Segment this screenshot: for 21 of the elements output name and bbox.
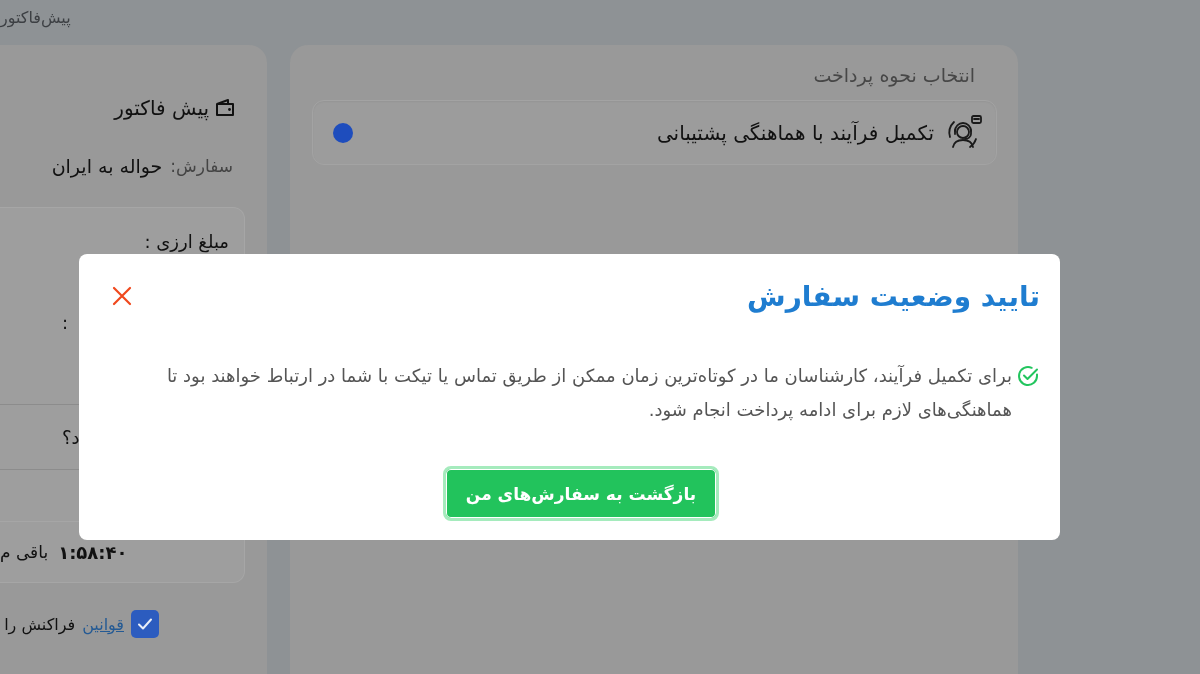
wallet-icon xyxy=(215,99,235,117)
row-label: مبلغ ارزی : xyxy=(144,230,229,252)
check-circle-icon xyxy=(1016,364,1040,388)
row-text: : xyxy=(62,312,69,333)
dialog-message: برای تکمیل فرآیند، کارشناسان ما در کوتاه‌ترین زمان ممکن از طریق تماس یا تیکت با شما در ارتباط خواهند بود تا هماهنگی‌های لازم برای ادامه پرداخت انجام شود. xyxy=(165,364,1012,423)
dialog-title: تایید وضعیت سفارش xyxy=(747,279,1040,313)
order-label: سفارش: xyxy=(170,156,233,176)
checkbox[interactable] xyxy=(131,610,159,638)
panel-title: پیش فاکتور xyxy=(114,96,209,120)
row-text: د؟ xyxy=(62,426,80,448)
radio-button[interactable] xyxy=(333,122,353,143)
countdown-label: باقی م xyxy=(0,542,49,562)
payment-option[interactable]: تکمیل فرآیند با هماهنگی پشتیبانی xyxy=(312,100,997,165)
section-title: انتخاب نحوه پرداخت xyxy=(812,63,976,88)
close-icon[interactable] xyxy=(112,286,132,306)
breadcrumb-text: پیش‌فاکتور xyxy=(0,7,71,29)
terms-link[interactable]: قوانین xyxy=(82,614,124,634)
order-value: حواله به ایران xyxy=(51,155,163,177)
terms-text: فراکنش را xyxy=(4,614,76,634)
countdown-time: ۱:۵۸:۴۰ xyxy=(58,541,128,563)
back-to-orders-button[interactable]: بازگشت به سفارش‌های من xyxy=(442,466,720,521)
